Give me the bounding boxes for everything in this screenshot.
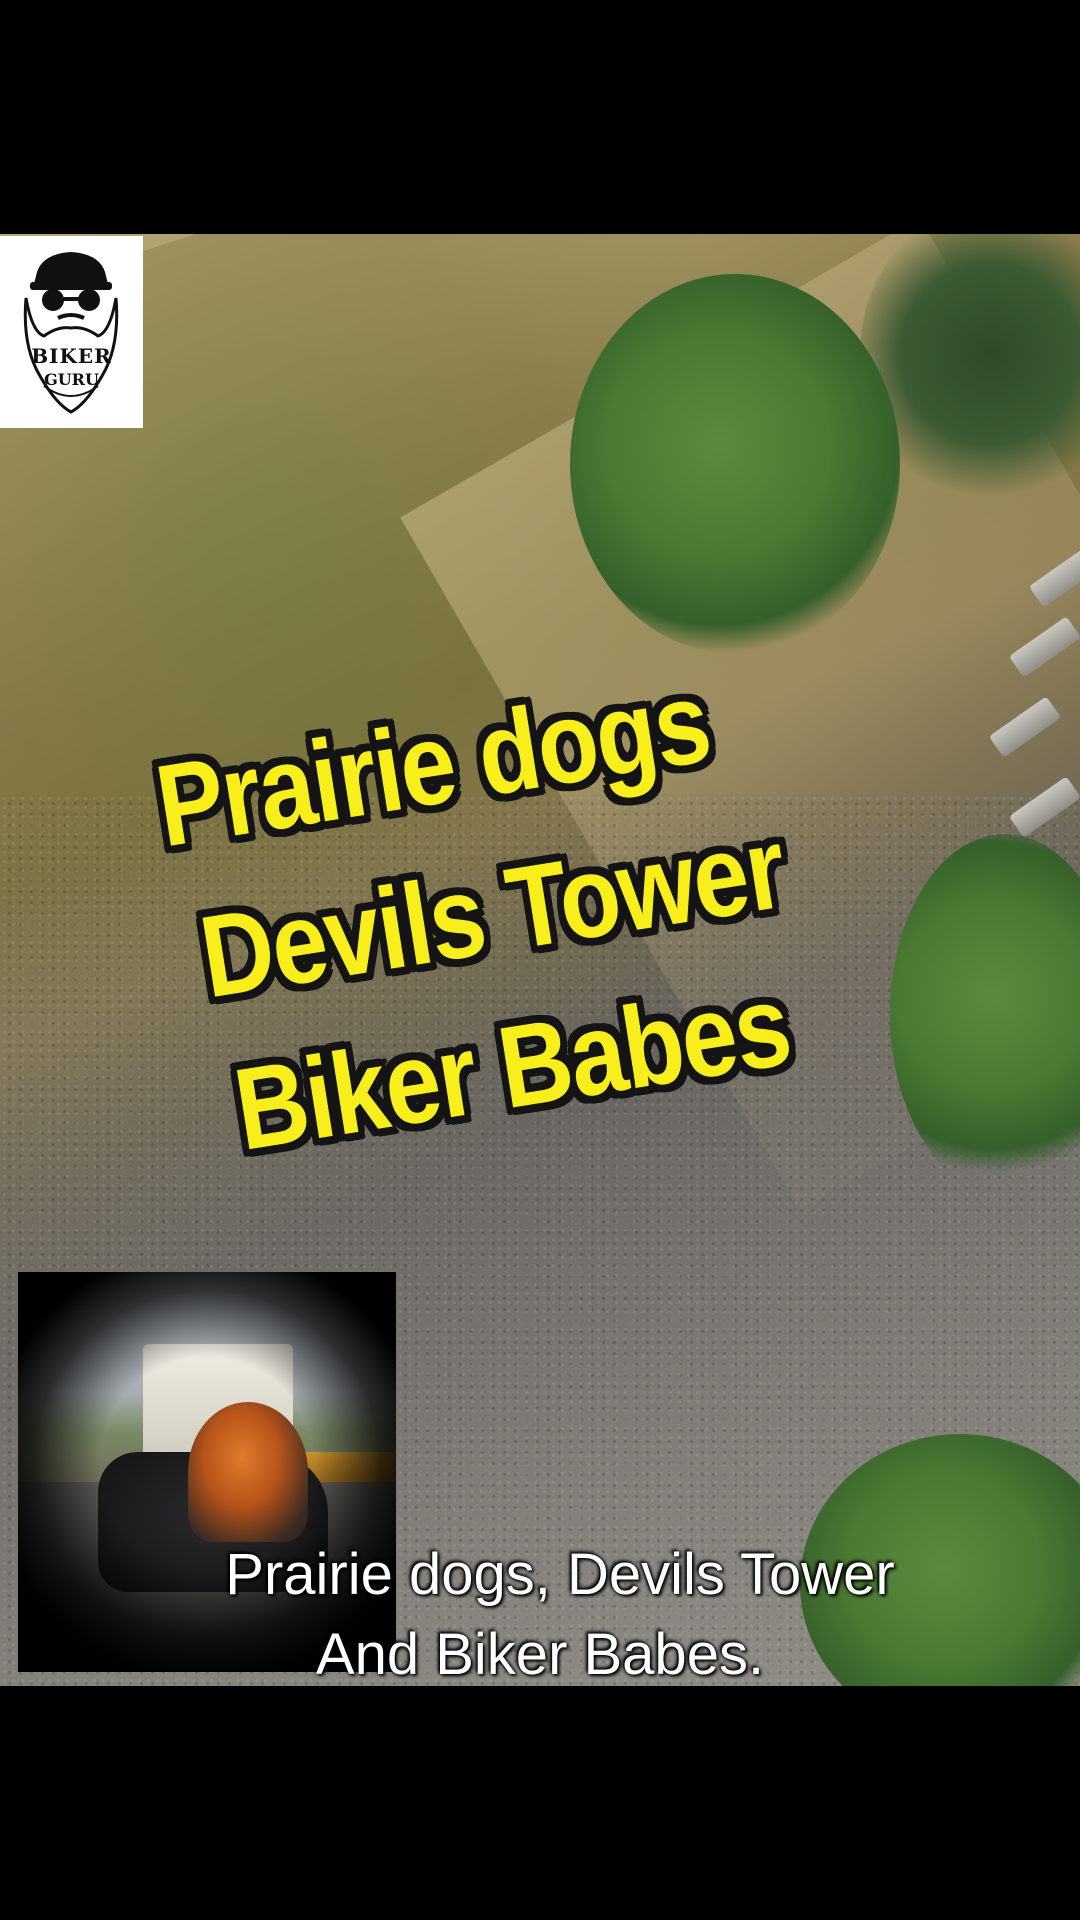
subtitle-caption: Prairie dogs, Devils Tower And Biker Bab… [0, 1535, 1080, 1695]
channel-logo: BIKER GURU [0, 236, 143, 428]
title-overlay: Prairie dogs Devils Tower Biker Babes [106, 611, 993, 1349]
logo-text-biker: BIKER [31, 344, 112, 368]
logo-text-guru: GURU [44, 370, 99, 389]
bearded-biker-icon [23, 252, 119, 414]
caption-line-1: Prairie dogs, Devils Tower [225, 1542, 895, 1607]
milkweed-shrub-top [570, 274, 900, 654]
caption-line-2: And Biker Babes. [315, 1622, 765, 1687]
